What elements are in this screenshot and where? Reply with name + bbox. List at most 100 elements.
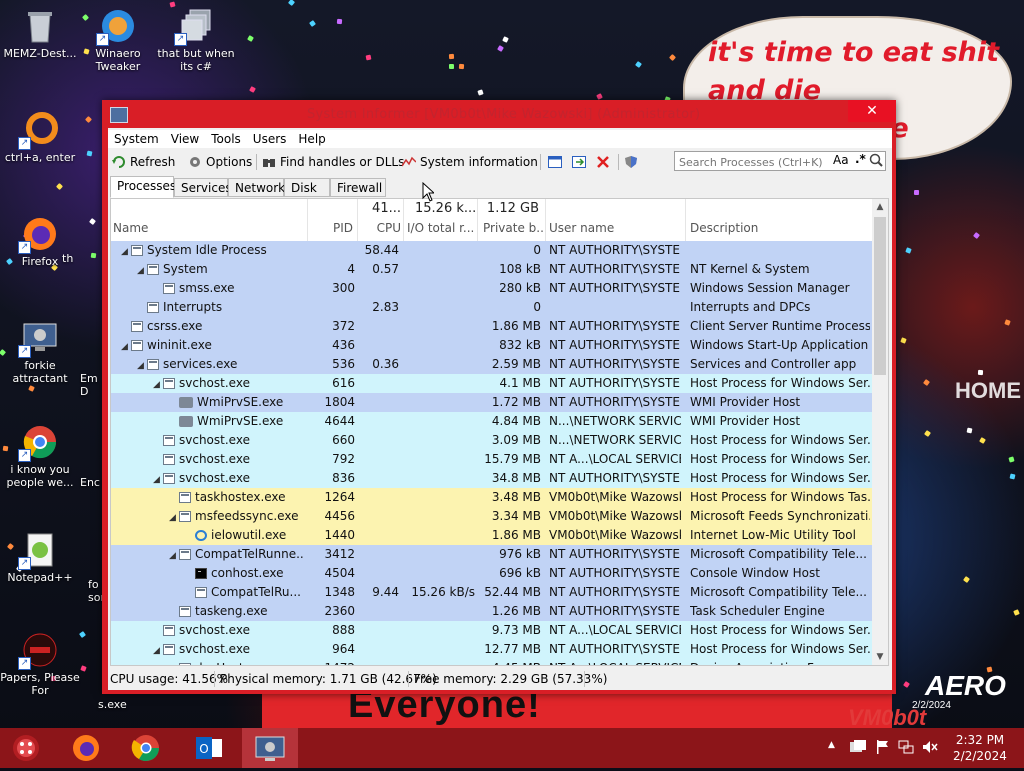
window-icon-button[interactable]: [548, 153, 566, 171]
table-row[interactable]: ◢ svchost.exe 616 4.1 MB NT AUTHORITY\SYSTEM…: [111, 374, 872, 393]
desktop-icon-partial-5[interactable]: s.exe: [98, 698, 134, 711]
table-row[interactable]: ◢ svchost.exe 836 34.8 MB NT AUTHORITY\SYSTE…: [111, 469, 872, 488]
action-center-icon[interactable]: [850, 740, 866, 757]
column-cpu[interactable]: CPU: [359, 221, 401, 235]
table-row[interactable]: svchost.exe 660 3.09 MB N...\NETWORK SERVIC…: [111, 431, 872, 450]
menu-users[interactable]: Users: [247, 130, 293, 148]
desktop-icon-winaero[interactable]: ↗ Winaero Tweaker: [78, 8, 158, 73]
table-row[interactable]: csrss.exe 372 1.86 MB NT AUTHORITY\SYSTEM Cl…: [111, 317, 872, 336]
table-row[interactable]: ◢ services.exe 536 0.36 2.59 MB NT AUTHORITY\…: [111, 355, 872, 374]
desktop-icon-chrome[interactable]: ↗ i know you people we...: [0, 424, 80, 489]
taskbar: O ▲ 2:32 PM 2/2/2024: [0, 728, 1024, 768]
desktop-icon-partial-3[interactable]: Enc: [80, 476, 104, 489]
column-user-name[interactable]: User name: [549, 221, 614, 235]
taskbar-clock[interactable]: 2:32 PM 2/2/2024: [945, 732, 1015, 764]
terminate-button[interactable]: [596, 153, 614, 171]
table-row[interactable]: dasHost.exe 1472 4.45 MB NT A...\LOCAL SERV…: [111, 659, 872, 665]
start-button[interactable]: [0, 728, 56, 768]
table-row[interactable]: CompatTelRu... 1348 9.44 15.26 kB/s 52.44 MB…: [111, 583, 872, 602]
expand-toggle-icon[interactable]: ◢: [153, 471, 163, 488]
table-row[interactable]: svchost.exe 792 15.79 MB NT A...\LOCAL SERV…: [111, 450, 872, 469]
close-button[interactable]: ✕: [848, 100, 896, 122]
tab-network[interactable]: Network: [228, 178, 285, 197]
table-row[interactable]: ◢ System 4 0.57 108 kB NT AUTHORITY\SYSTEM NT …: [111, 260, 872, 279]
column-separator[interactable]: [477, 199, 478, 241]
table-row[interactable]: ◢ msfeedssync.exe 4456 3.34 MB VM0b0t\Mike W…: [111, 507, 872, 526]
table-row[interactable]: svchost.exe 888 9.73 MB NT A...\LOCAL SERVI…: [111, 621, 872, 640]
tab-disk[interactable]: Disk: [284, 178, 330, 197]
table-row[interactable]: WmiPrvSE.exe 1804 1.72 MB NT AUTHORITY\SYST…: [111, 393, 872, 412]
desktop-icon-csharp[interactable]: ↗ that but when its c#: [156, 8, 236, 73]
menu-system[interactable]: System: [108, 130, 165, 148]
app-icon[interactable]: [110, 107, 128, 123]
desktop-icon-partial-1[interactable]: th: [62, 252, 102, 265]
menu-tools[interactable]: Tools: [205, 130, 247, 148]
go-to-icon-button[interactable]: [572, 153, 590, 171]
menu-view[interactable]: View: [165, 130, 205, 148]
shield-button[interactable]: [624, 153, 642, 171]
taskbar-chrome[interactable]: [118, 728, 174, 768]
table-row[interactable]: smss.exe 300 280 kB NT AUTHORITY\SYSTEM Wind…: [111, 279, 872, 298]
table-row[interactable]: Interrupts 2.83 0 Interrupts and DPCs: [111, 298, 872, 317]
tab-firewall[interactable]: Firewall: [330, 178, 386, 197]
table-row[interactable]: ◢ wininit.exe 436 832 kB NT AUTHORITY\SYSTEM…: [111, 336, 872, 355]
scroll-up-icon[interactable]: ▲: [872, 199, 888, 215]
window-titlebar[interactable]: System Informer [VM0b0t\Mike Wazowski] (…: [102, 100, 896, 128]
desktop-icon-papers-please[interactable]: ↗ Papers, Please For: [0, 632, 80, 697]
table-row[interactable]: ◢ svchost.exe 964 12.77 MB NT AUTHORITY\SYST…: [111, 640, 872, 659]
column-name[interactable]: Name: [113, 221, 148, 235]
table-row[interactable]: ◢ CompatTelRunne... 3412 976 kB NT AUTHORITY…: [111, 545, 872, 564]
column-separator[interactable]: [545, 199, 546, 241]
flag-icon[interactable]: [876, 740, 890, 757]
column-separator[interactable]: [685, 199, 686, 241]
column-separator[interactable]: [307, 199, 308, 241]
scrollbar-thumb[interactable]: [874, 217, 886, 375]
column-description[interactable]: Description: [690, 221, 758, 235]
desktop-icon-forkie[interactable]: ↗ forkie attractant: [0, 320, 80, 385]
find-handles-button[interactable]: Find handles or DLLs: [262, 153, 404, 171]
expand-toggle-icon[interactable]: ◢: [137, 357, 147, 374]
table-row[interactable]: WmiPrvSE.exe 4644 4.84 MB N...\NETWORK SERV…: [111, 412, 872, 431]
expand-toggle-icon[interactable]: ◢: [153, 376, 163, 393]
column-pid[interactable]: PID: [309, 221, 353, 235]
desktop-icon-ctrl-a[interactable]: ↗ ctrl+a, enter: [0, 112, 80, 164]
table-row[interactable]: ielowutil.exe 1440 1.86 MB VM0b0t\Mike Wazo…: [111, 526, 872, 545]
io-cell: [403, 279, 475, 298]
show-hidden-icons[interactable]: ▲: [828, 740, 835, 750]
column-private-bytes[interactable]: Private b...: [483, 221, 543, 235]
regex-toggle[interactable]: .*: [855, 152, 866, 166]
table-row[interactable]: ◢ System Idle Process 58.44 0 NT AUTHORITY\S…: [111, 241, 872, 260]
menu-help[interactable]: Help: [292, 130, 331, 148]
vertical-scrollbar[interactable]: ▲ ▼: [872, 199, 888, 665]
system-information-button[interactable]: System information: [401, 153, 538, 171]
volume-muted-icon[interactable]: [922, 740, 938, 757]
column-separator[interactable]: [357, 199, 358, 241]
search-icon[interactable]: [869, 153, 883, 170]
expand-toggle-icon[interactable]: ◢: [169, 547, 179, 564]
column-io[interactable]: I/O total r...: [407, 221, 475, 235]
expand-toggle-icon[interactable]: ◢: [137, 262, 147, 279]
desktop-icon-notepadpp[interactable]: ↗ Notepad++: [0, 532, 80, 584]
process-name: svchost.exe: [179, 376, 250, 390]
expand-toggle-icon[interactable]: ◢: [153, 642, 163, 659]
network-icon[interactable]: [898, 740, 914, 757]
column-separator[interactable]: [403, 199, 404, 241]
table-row[interactable]: taskhostex.exe 1264 3.48 MB VM0b0t\Mike Waz…: [111, 488, 872, 507]
search-input[interactable]: [677, 153, 831, 171]
expand-toggle-icon[interactable]: ◢: [121, 243, 131, 260]
taskbar-firefox[interactable]: [58, 728, 114, 768]
tab-processes[interactable]: Processes: [110, 176, 176, 198]
desktop-icon-memz[interactable]: MEMZ-Dest...: [0, 8, 80, 60]
table-row[interactable]: conhost.exe 4504 696 kB NT AUTHORITY\SYSTEM…: [111, 564, 872, 583]
options-button[interactable]: Options: [188, 153, 252, 171]
scroll-down-icon[interactable]: ▼: [872, 649, 888, 665]
taskbar-system-informer[interactable]: [242, 728, 298, 768]
taskbar-outlook[interactable]: O: [180, 728, 236, 768]
expand-toggle-icon[interactable]: ◢: [121, 338, 131, 355]
table-row[interactable]: taskeng.exe 2360 1.26 MB NT AUTHORITY\SYSTE…: [111, 602, 872, 621]
tab-services[interactable]: Services: [174, 178, 232, 197]
expand-toggle-icon[interactable]: ◢: [169, 509, 179, 526]
refresh-button[interactable]: Refresh: [112, 153, 175, 171]
match-case-toggle[interactable]: Aa: [833, 153, 849, 167]
desktop-icon-partial-2[interactable]: Em D: [80, 372, 104, 398]
